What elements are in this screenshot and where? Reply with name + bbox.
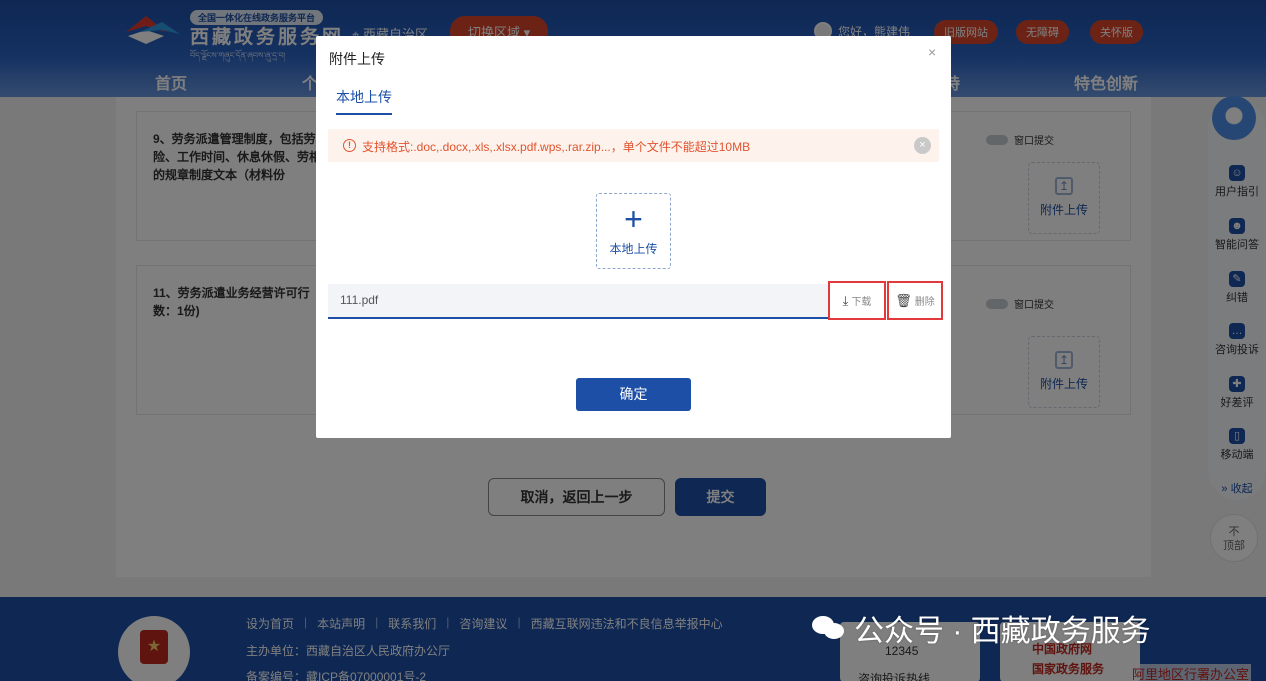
attachment-upload-dialog: 附件上传 × 本地上传 ! 支持格式:.doc,.docx,.xls,.xlsx… xyxy=(316,36,951,438)
delete-label: 删除 xyxy=(914,297,935,308)
local-upload-button[interactable]: + 本地上传 xyxy=(596,193,671,269)
wechat-icon xyxy=(812,614,846,642)
delete-button[interactable]: 🗑 删除 xyxy=(887,281,943,320)
watermark-text: 公众号 · 西藏政务服务 xyxy=(854,615,1151,648)
info-icon: ! xyxy=(343,139,356,152)
format-alert: ! 支持格式:.doc,.docx,.xls,.xlsx.pdf.wps,.ra… xyxy=(328,129,939,162)
tab-local-upload[interactable]: 本地上传 xyxy=(336,87,392,115)
file-name: 111.pdf xyxy=(340,293,379,307)
alert-text: 支持格式:.doc,.docx,.xls,.xlsx.pdf.wps,.rar.… xyxy=(362,140,751,154)
dialog-title: 附件上传 xyxy=(329,51,385,67)
download-icon: ⤓ xyxy=(842,292,849,308)
uploaded-file-row: 111.pdf xyxy=(328,284,829,319)
alert-close-icon[interactable]: × xyxy=(914,137,931,154)
download-button[interactable]: ⤓ 下载 xyxy=(828,281,886,320)
download-label: 下载 xyxy=(851,297,872,308)
plus-icon: + xyxy=(624,201,643,237)
confirm-button[interactable]: 确定 xyxy=(576,378,691,411)
wechat-watermark: 公众号 · 西藏政务服务 xyxy=(812,606,1151,650)
local-upload-label: 本地上传 xyxy=(609,242,658,256)
trash-icon: 🗑 xyxy=(895,292,912,308)
close-icon[interactable]: × xyxy=(928,44,936,60)
